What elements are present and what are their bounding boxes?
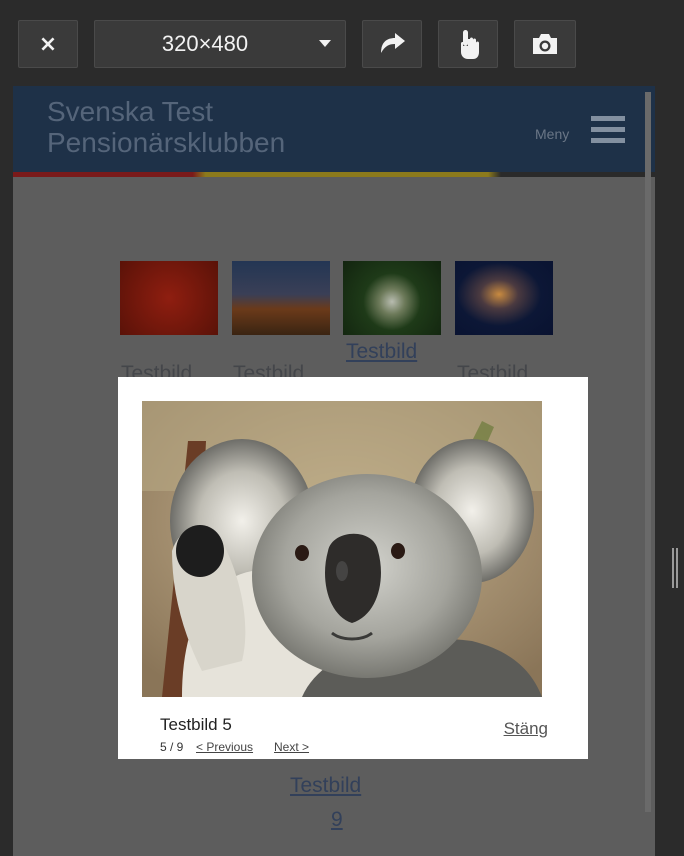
koala-photo	[142, 401, 542, 697]
touch-icon	[461, 30, 479, 59]
device-size-value: 320×480	[161, 31, 249, 56]
gallery-thumbnail[interactable]	[120, 261, 218, 335]
gallery-thumbnail[interactable]	[343, 261, 441, 335]
rotate-button[interactable]	[362, 20, 422, 68]
menu-label[interactable]: Meny	[535, 126, 569, 142]
rotate-icon	[381, 33, 405, 53]
site-title[interactable]: Svenska Test Pensionärsklubben	[47, 96, 467, 158]
accent-divider	[13, 172, 655, 177]
chevron-down-icon	[319, 40, 331, 47]
site-header: Svenska Test Pensionärsklubben Meny	[13, 86, 655, 172]
touch-button[interactable]	[438, 20, 498, 68]
image-counter: 5 / 9	[160, 740, 184, 754]
viewport-scrollbar[interactable]	[645, 92, 651, 812]
lightbox-dialog: Testbild 5 5 / 9 < Previous Next > Stäng	[118, 377, 588, 759]
lightbox-caption: Testbild 5	[160, 715, 232, 734]
hamburger-menu-icon[interactable]	[591, 116, 625, 144]
camera-icon	[533, 34, 557, 54]
close-button[interactable]: ×	[18, 20, 78, 68]
gallery-thumbnail[interactable]	[232, 261, 330, 335]
gallery-link[interactable]: Testbild	[346, 340, 417, 364]
gallery-link[interactable]: Testbild	[290, 774, 361, 798]
close-icon: ×	[38, 31, 58, 57]
device-size-select[interactable]: 320×480	[94, 20, 346, 68]
next-link[interactable]: Next >	[274, 740, 309, 754]
previous-link[interactable]: < Previous	[196, 740, 253, 754]
close-lightbox-link[interactable]: Stäng	[504, 719, 548, 739]
device-emulator: × 320×480 Svenska Test Pensionärsklubben…	[0, 0, 684, 856]
gallery-thumbnail[interactable]	[455, 261, 553, 335]
gallery-link-number[interactable]: 9	[331, 808, 343, 832]
resize-handle-icon[interactable]	[672, 548, 678, 588]
screenshot-button[interactable]	[514, 20, 576, 68]
